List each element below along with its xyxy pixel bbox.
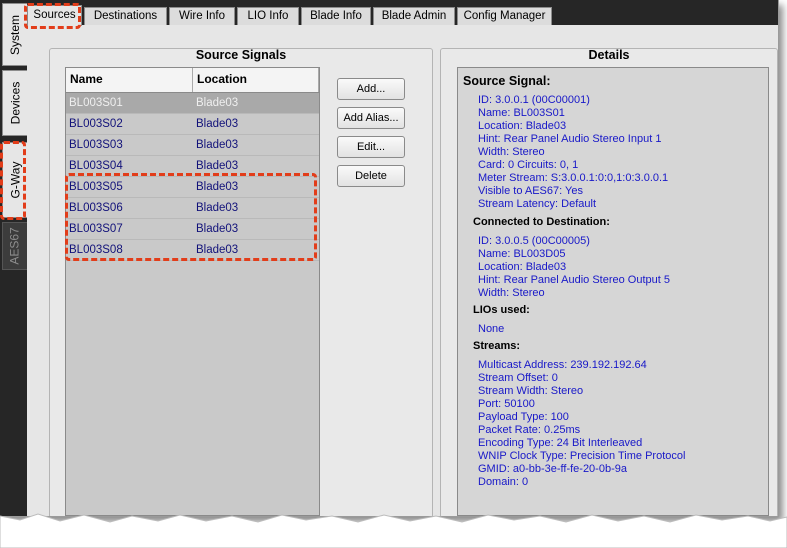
detail-value: Hint: Rear Panel Audio Stereo Output 5 xyxy=(478,274,671,286)
detail-value: Stream Offset: 0 xyxy=(478,372,558,384)
detail-value: ID: 3.0.0.5 (00C00005) xyxy=(478,235,590,247)
add-alias-button[interactable]: Add Alias... xyxy=(337,107,405,129)
side-tab-aes67[interactable]: AES67 xyxy=(2,222,27,270)
detail-value: Width: Stereo xyxy=(478,287,545,299)
delete-button[interactable]: Delete xyxy=(337,165,405,187)
tab-destinations[interactable]: Destinations xyxy=(84,7,167,25)
list-item[interactable]: BL003S03 Blade03 xyxy=(66,135,319,156)
detail-value: GMID: a0-bb-3e-ff-fe-20-0b-9a xyxy=(478,463,627,475)
tab-blade-info[interactable]: Blade Info xyxy=(301,7,371,25)
rows-highlight xyxy=(65,173,317,261)
detail-value: Name: BL003S01 xyxy=(478,107,565,119)
detail-value: Payload Type: 100 xyxy=(478,411,569,423)
detail-value: Meter Stream: S:3.0.0.1:0:0,1:0:3.0.0.1 xyxy=(478,172,669,184)
detail-value: Encoding Type: 24 Bit Interleaved xyxy=(478,437,643,449)
list-header: Name Location xyxy=(66,68,319,93)
lios-heading: LIOs used: xyxy=(473,304,530,316)
detail-value: Width: Stereo xyxy=(478,146,545,158)
detail-value: Packet Rate: 0.25ms xyxy=(478,424,581,436)
column-header-location[interactable]: Location xyxy=(193,68,319,92)
side-tab-label: System xyxy=(8,14,23,55)
list-item[interactable]: BL003S01 Blade03 xyxy=(66,93,319,114)
side-tab-bar: System Devices G-Way AES67 xyxy=(0,0,27,516)
app-window: System Devices G-Way AES67 Sources Desti… xyxy=(0,0,779,517)
detail-value: Stream Latency: Default xyxy=(478,198,597,210)
details-content: Source Signal: ID: 3.0.0.1 (00C00001) Na… xyxy=(457,67,769,516)
tab-config-manager[interactable]: Config Manager xyxy=(457,7,552,25)
row-location: Blade03 xyxy=(196,139,239,151)
add-button[interactable]: Add... xyxy=(337,78,405,100)
source-signals-title: Source Signals xyxy=(195,48,287,62)
torn-edge xyxy=(0,513,787,548)
row-name: BL003S01 xyxy=(69,97,123,109)
sources-tab-highlight xyxy=(24,3,81,29)
side-tab-devices[interactable]: Devices xyxy=(2,70,27,136)
detail-value: Hint: Rear Panel Audio Stereo Input 1 xyxy=(478,133,662,145)
top-tab-bar: Sources Destinations Wire Info LIO Info … xyxy=(27,0,778,26)
list-item[interactable]: BL003S02 Blade03 xyxy=(66,114,319,135)
tab-blade-admin[interactable]: Blade Admin xyxy=(373,7,455,25)
detail-value: Location: Blade03 xyxy=(478,261,567,273)
side-tab-label: Devices xyxy=(8,81,22,125)
source-signal-heading: Source Signal: xyxy=(463,74,551,88)
detail-value: Location: Blade03 xyxy=(478,120,567,132)
tab-wire-info[interactable]: Wire Info xyxy=(169,7,235,25)
tab-lio-info[interactable]: LIO Info xyxy=(237,7,299,25)
edit-button[interactable]: Edit... xyxy=(337,136,405,158)
detail-value: Visible to AES67: Yes xyxy=(478,185,583,197)
column-header-name[interactable]: Name xyxy=(66,68,193,92)
source-signals-list[interactable]: Name Location BL003S01 Blade03 BL003S02 … xyxy=(65,67,320,516)
g-way-tab-highlight xyxy=(0,141,26,220)
destination-heading: Connected to Destination: xyxy=(473,216,610,228)
row-location: Blade03 xyxy=(196,118,239,130)
row-location: Blade03 xyxy=(196,97,239,109)
detail-value: Multicast Address: 239.192.192.64 xyxy=(478,359,647,371)
streams-heading: Streams: xyxy=(473,340,521,352)
detail-value: Stream Width: Stereo xyxy=(478,385,584,397)
detail-value: Port: 50100 xyxy=(478,398,535,410)
row-name: BL003S02 xyxy=(69,118,123,130)
row-name: BL003S03 xyxy=(69,139,123,151)
details-title: Details xyxy=(588,48,630,62)
detail-value: Name: BL003D05 xyxy=(478,248,566,260)
side-tab-label: AES67 xyxy=(8,227,23,265)
detail-value: None xyxy=(478,323,505,335)
detail-value: WNIP Clock Type: Precision Time Protocol xyxy=(478,450,686,462)
detail-value: Card: 0 Circuits: 0, 1 xyxy=(478,159,579,171)
detail-value: ID: 3.0.0.1 (00C00001) xyxy=(478,94,590,106)
detail-value: Domain: 0 xyxy=(478,476,529,488)
